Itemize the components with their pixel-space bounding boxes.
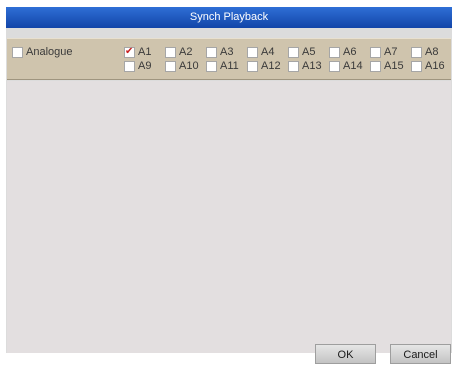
channel-checkbox-a16[interactable]: A16	[411, 59, 445, 73]
channel-checkbox-a15[interactable]: A15	[370, 59, 404, 73]
synch-playback-dialog: Synch Playback Analogue A1 A2 A3 A4 A5 A6 A7 A8…	[6, 7, 452, 364]
channel-label: A13	[302, 60, 322, 72]
channel-label: A10	[179, 60, 199, 72]
playback-area	[7, 81, 451, 353]
channel-label: A9	[138, 60, 152, 72]
checkbox-box[interactable]	[124, 60, 135, 72]
channel-label: A12	[261, 60, 281, 72]
checkbox-box[interactable]	[206, 60, 217, 72]
channel-checkbox-a10[interactable]: A10	[165, 59, 199, 73]
checkbox-box[interactable]	[247, 60, 258, 72]
channel-label: A11	[220, 60, 239, 72]
checkbox-box[interactable]	[370, 60, 381, 72]
checkbox-box[interactable]	[288, 46, 299, 58]
channel-checkbox-a1[interactable]: A1	[124, 45, 151, 59]
channel-label: A6	[343, 46, 357, 58]
channel-label: A2	[179, 46, 193, 58]
channel-checkbox-a6[interactable]: A6	[329, 45, 356, 59]
channel-label: A5	[302, 46, 316, 58]
checkbox-box[interactable]	[165, 46, 176, 58]
analogue-group-checkbox[interactable]: Analogue	[12, 45, 73, 59]
channel-label: A3	[220, 46, 234, 58]
channel-checkbox-a5[interactable]: A5	[288, 45, 315, 59]
channel-checkbox-a2[interactable]: A2	[165, 45, 192, 59]
analogue-group-label: Analogue	[26, 46, 73, 58]
checkbox-box[interactable]	[206, 46, 217, 58]
checkbox-box[interactable]	[124, 45, 135, 59]
channel-label: A7	[384, 46, 398, 58]
channel-label: A8	[425, 46, 439, 58]
channel-label: A4	[261, 46, 275, 58]
cancel-button[interactable]: Cancel	[390, 344, 451, 364]
channel-checkbox-a3[interactable]: A3	[206, 45, 233, 59]
checkbox-box[interactable]	[288, 60, 299, 72]
checkbox-box[interactable]	[411, 46, 422, 58]
checkbox-box[interactable]	[165, 60, 176, 72]
channel-checkbox-a13[interactable]: A13	[288, 59, 322, 73]
dialog-title: Synch Playback	[6, 7, 452, 28]
channel-checkbox-a8[interactable]: A8	[411, 45, 438, 59]
channel-label: A15	[384, 60, 404, 72]
checkbox-box[interactable]	[12, 46, 23, 58]
checkbox-box[interactable]	[329, 60, 340, 72]
channel-checkbox-a12[interactable]: A12	[247, 59, 281, 73]
channel-checkbox-a7[interactable]: A7	[370, 45, 397, 59]
channel-checkbox-a11[interactable]: A11	[206, 59, 239, 73]
checkbox-box[interactable]	[247, 46, 258, 58]
channel-label: A1	[138, 46, 152, 58]
checkbox-box[interactable]	[411, 60, 422, 72]
channel-checkbox-a14[interactable]: A14	[329, 59, 363, 73]
channel-checkbox-a9[interactable]: A9	[124, 59, 151, 73]
checkbox-box[interactable]	[370, 46, 381, 58]
channel-label: A16	[425, 60, 445, 72]
channel-label: A14	[343, 60, 363, 72]
channel-checkbox-a4[interactable]: A4	[247, 45, 274, 59]
checkbox-box[interactable]	[329, 46, 340, 58]
channel-selection-bar: Analogue A1 A2 A3 A4 A5 A6 A7 A8 A9 A10 A11 A12 A13 A…	[7, 38, 451, 80]
ok-button[interactable]: OK	[315, 344, 376, 364]
